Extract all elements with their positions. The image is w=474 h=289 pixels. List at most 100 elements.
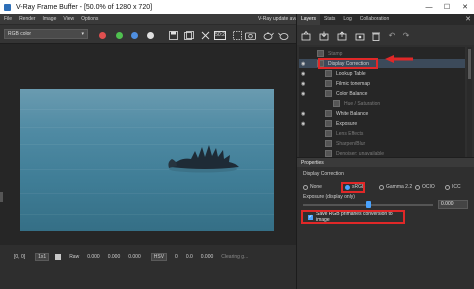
display-correction-highlight-box [318,58,378,69]
layer-row[interactable]: ◉ Display Correction [299,58,465,69]
sample-size-select[interactable]: 1x1 [35,253,50,261]
layer-label: Exposure [336,120,358,127]
layer-row[interactable]: ◉ Color Balance [299,89,465,98]
layer-label: Stamp [328,50,343,57]
visibility-eye-icon[interactable]: ◉ [301,61,305,67]
layers-panel: Layers Stats Log Collaboration ✕ ↶ ↷ Sta… [296,14,474,289]
radio-circle [379,184,384,190]
option-icc[interactable]: ICC [445,184,461,190]
layer-thumbnail-icon [317,50,324,57]
red-arrow-icon [385,55,413,63]
maximize-button[interactable]: ☐ [438,0,456,14]
layer-row[interactable]: Lens Effects [299,129,465,138]
option-ocio[interactable]: OCIO [415,184,435,190]
menu-image[interactable]: Image [42,16,56,22]
green-channel-button[interactable] [116,32,123,39]
save-all-icon[interactable] [184,31,194,40]
add-layer-icon[interactable] [301,30,311,41]
redo-icon[interactable]: ↷ [401,31,411,41]
visibility-eye-icon[interactable]: ◉ [301,111,305,117]
render-viewport[interactable] [0,44,296,245]
tab-layers[interactable]: Layers [297,14,321,25]
hue-value: 0 [175,254,178,260]
layer-row[interactable]: ◉ Exposure [299,119,465,128]
option-none[interactable]: None [303,184,322,190]
save-layers-icon[interactable] [319,31,329,41]
layer-row[interactable]: Stamp [299,49,465,58]
menu-render[interactable]: Render [19,16,35,22]
delete-layer-icon[interactable] [371,31,381,41]
radio-circle [415,184,420,190]
save-icon[interactable] [168,31,178,40]
option-label: None [310,184,322,190]
teapot-icon[interactable] [262,31,274,40]
close-button[interactable]: ✕ [456,0,474,14]
camera-icon[interactable] [245,31,256,40]
tab-stats[interactable]: Stats [320,14,339,25]
layer-row[interactable]: ◉ Filmic tonemap [299,79,465,88]
region-icon[interactable] [232,31,242,40]
layer-label: Sharpen/Blur [336,140,366,147]
visibility-eye-icon[interactable]: ◉ [301,71,305,77]
alpha-channel-button[interactable] [147,32,154,39]
tab-collaboration[interactable]: Collaboration [356,14,393,25]
exposure-value-field[interactable]: 0.000 [438,200,468,209]
exposure-label: Exposure (display only) [303,194,355,200]
layer-row[interactable]: ◉ Lookup Table [299,69,465,78]
layer-row[interactable]: Sharpen/Blur [299,139,465,148]
resolution-icon[interactable]: 50:2 [214,31,226,40]
layer-label: Filmic tonemap [336,80,370,87]
menu-file[interactable]: File [4,16,12,22]
visibility-eye-icon[interactable]: ◉ [301,91,305,97]
clear-icon[interactable] [200,31,210,40]
rendered-image [20,89,274,231]
scrollbar-thumb[interactable] [468,49,471,79]
left-panel-handle[interactable] [0,192,3,202]
layer-thumbnail-icon [325,130,332,137]
exposure-slider-handle[interactable] [366,201,371,208]
layer-label: Denoiser: unavailable [336,150,385,157]
option-gamma[interactable]: Gamma 2.2 [379,184,412,190]
undo-icon[interactable]: ↶ [387,31,397,41]
layer-thumbnail-icon [325,70,332,77]
layer-thumbnail-icon [325,140,332,147]
tab-log[interactable]: Log [339,14,355,25]
visibility-eye-icon[interactable]: ◉ [301,121,305,127]
green-value: 0.000 [107,254,121,260]
layer-row[interactable]: ◉ White Balance [299,109,465,118]
option-label: ICC [452,184,461,190]
properties-header[interactable]: Properties [297,157,474,167]
layer-label: Lens Effects [336,130,364,137]
color-space-select[interactable]: HSV [150,253,168,261]
layer-label: White Balance [336,110,369,117]
layer-thumbnail-icon [325,110,332,117]
mode-label: Raw [69,254,80,260]
panel-tabs: Layers Stats Log Collaboration ✕ [297,14,474,25]
blue-value: 0.000 [128,254,141,260]
radio-circle [303,184,308,190]
menu-options[interactable]: Options [81,16,98,22]
radio-circle [445,184,450,190]
menu-view[interactable]: View [63,16,74,22]
srgb-highlight-box [341,182,365,193]
panel-close-button[interactable]: ✕ [465,14,471,25]
layer-scrollbar[interactable] [467,47,472,167]
channel-select[interactable]: RGB color ▾ [4,29,88,39]
channel-select-value: RGB color [8,31,32,37]
layer-thumbnail-icon [325,120,332,127]
pixel-color-swatch [55,254,62,260]
option-label: Gamma 2.2 [386,184,413,190]
blue-channel-button[interactable] [131,32,138,39]
value-value: 0.000 [200,254,214,260]
layer-row[interactable]: Hue / Saturation [299,99,465,108]
load-layers-icon[interactable] [337,31,347,41]
visibility-eye-icon[interactable]: ◉ [301,81,305,87]
minimize-button[interactable]: — [420,0,438,14]
red-value: 0.000 [87,254,100,260]
layer-presets-icon[interactable] [355,31,365,41]
teapot-render-icon[interactable] [278,31,289,40]
layer-thumbnail-icon [325,90,332,97]
layer-tree: Stamp ◉ Display Correction ◉ Lookup Table ◉ Fi… [299,47,465,167]
pixel-coords: [0, 0] [14,254,26,260]
red-channel-button[interactable] [99,32,106,39]
